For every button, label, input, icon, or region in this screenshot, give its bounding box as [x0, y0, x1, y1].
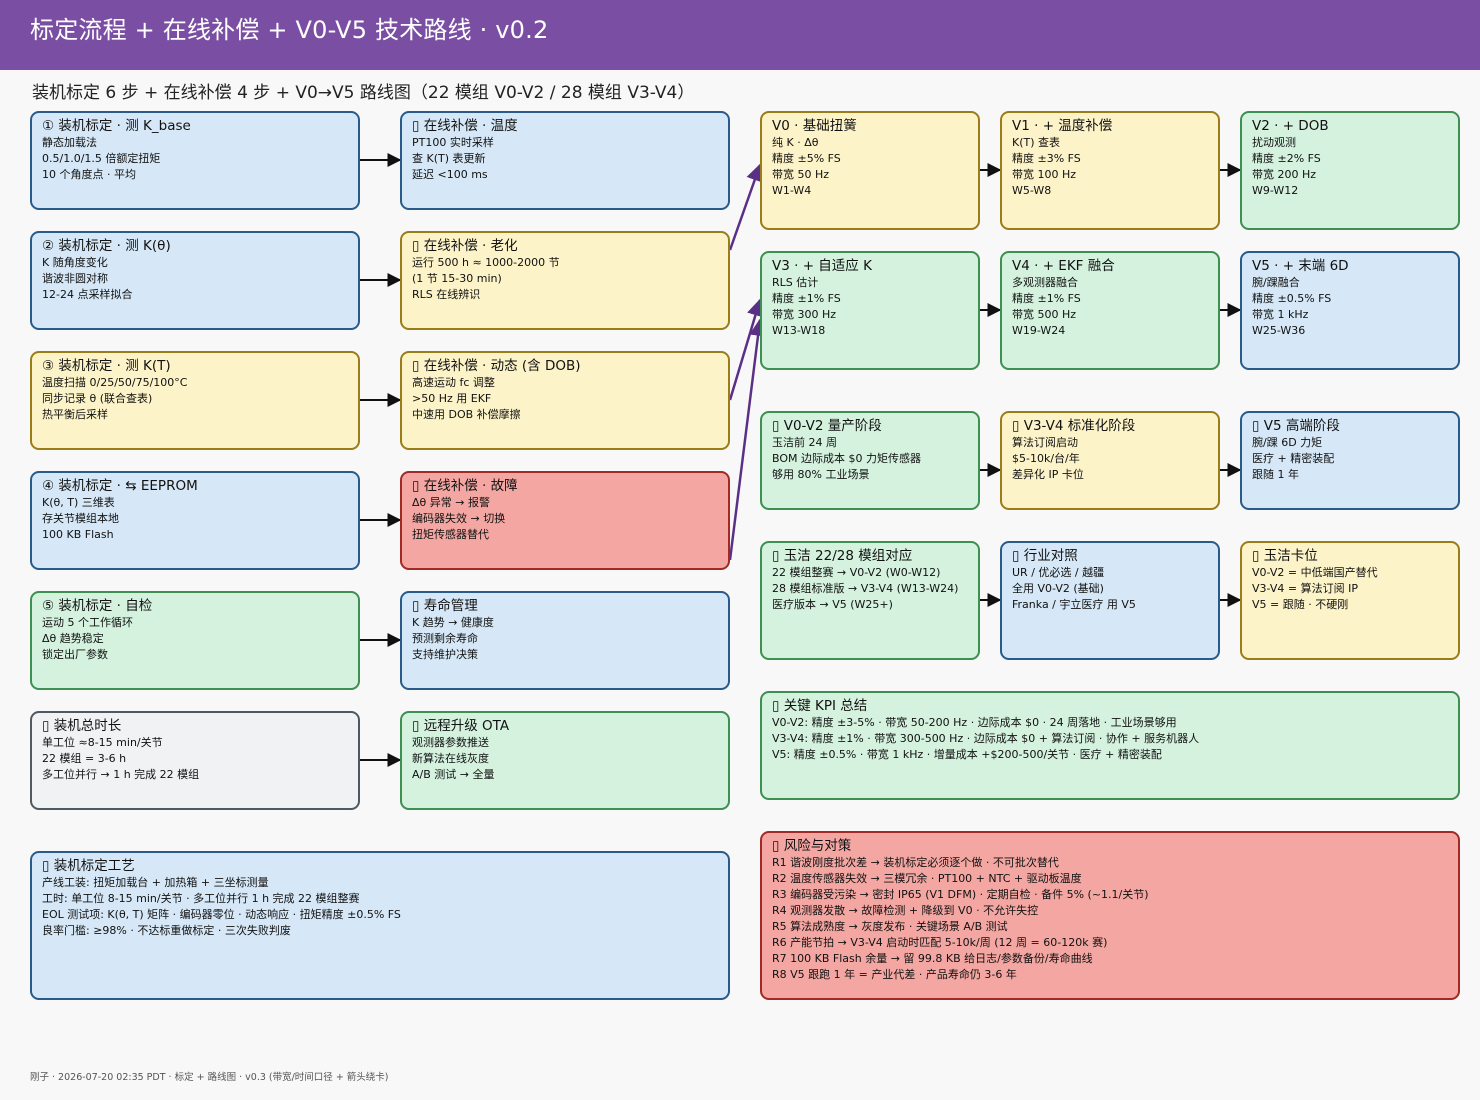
online-box-2: ▯ 在线补偿 · 老化 运行 500 h ≈ 1000-2000 节 (1 节 …	[400, 231, 730, 330]
mapping-box-1: ▯ 玉洁 22/28 模组对应 22 模组整赛 → V0-V2 (W0-W12)…	[760, 541, 980, 660]
arrow-online2-v0	[728, 163, 764, 251]
mapping-box-2: ▯ 行业对照 UR / 优必选 / 越疆 全用 V0-V2 (基础) Frank…	[1000, 541, 1220, 660]
phase-box-2: ▯ V3-V4 标准化阶段 算法订阅启动 $5-10k/台/年 差异化 IP 卡…	[1000, 411, 1220, 510]
phase-box-3: ▯ V5 高端阶段 腕/踝 6D 力矩 医疗 + 精密装配 跟随 1 年	[1240, 411, 1460, 510]
title-bar: 标定流程 + 在线补偿 + V0-V5 技术路线 · v0.2	[0, 0, 1480, 70]
roadmap-v1: V1 · + 温度补偿 K(T) 查表 精度 ±3% FS 带宽 100 Hz …	[1000, 111, 1220, 230]
arrow-online3-v3	[728, 298, 764, 401]
page-title: 标定流程 + 在线补偿 + V0-V5 技术路线 · v0.2	[30, 16, 549, 44]
phase-box-1: ▯ V0-V2 量产阶段 玉洁前 24 周 BOM 边际成本 $0 力矩传感器 …	[760, 411, 980, 510]
roadmap-v0: V0 · 基础扭簧 纯 K · Δθ 精度 ±5% FS 带宽 50 Hz W1…	[760, 111, 980, 230]
footer-note: 刚子 · 2026-07-20 02:35 PDT · 标定 + 路线图 · v…	[30, 1072, 389, 1083]
arrow-online4-v3	[728, 318, 767, 561]
cal-box-2: ② 装机标定 · 测 K(θ) K 随角度变化 谐波非圆对称 12-24 点采样…	[30, 231, 360, 330]
cal-box-4: ④ 装机标定 · ⇆ EEPROM K(θ, T) 三维表 存关节模组本地 10…	[30, 471, 360, 570]
online-box-5: ▯ 寿命管理 K 趋势 → 健康度 预测剩余寿命 支持维护决策	[400, 591, 730, 690]
page-subtitle: 装机标定 6 步 + 在线补偿 4 步 + V0→V5 路线图（22 模组 V0…	[32, 83, 695, 103]
roadmap-v4: V4 · + EKF 融合 多观测器融合 精度 ±1% FS 带宽 500 Hz…	[1000, 251, 1220, 370]
roadmap-v3: V3 · + 自适应 K RLS 估计 精度 ±1% FS 带宽 300 Hz …	[760, 251, 980, 370]
cal-box-6: ▯ 装机总时长 单工位 ≈8-15 min/关节 22 模组 = 3-6 h 多…	[30, 711, 360, 810]
cal-box-1: ① 装机标定 · 测 K_base 静态加载法 0.5/1.0/1.5 倍额定扭…	[30, 111, 360, 210]
online-box-1: ▯ 在线补偿 · 温度 PT100 实时采样 查 K(T) 表更新 延迟 <10…	[400, 111, 730, 210]
cal-box-5: ⑤ 装机标定 · 自检 运动 5 个工作循环 Δθ 趋势稳定 锁定出厂参数	[30, 591, 360, 690]
online-box-3: ▯ 在线补偿 · 动态 (含 DOB) 高速运动 fc 调整 >50 Hz 用 …	[400, 351, 730, 450]
online-box-4: ▯ 在线补偿 · 故障 Δθ 异常 → 报警 编码器失效 → 切换 扭矩传感器替…	[400, 471, 730, 570]
roadmap-v5: V5 · + 末端 6D 腕/踝融合 精度 ±0.5% FS 带宽 1 kHz …	[1240, 251, 1460, 370]
online-box-6: ▯ 远程升级 OTA 观测器参数推送 新算法在线灰度 A/B 测试 → 全量	[400, 711, 730, 810]
kpi-box: ▯ 关键 KPI 总结 V0-V2: 精度 ±3-5% · 带宽 50-200 …	[760, 691, 1460, 800]
risk-box: ▯ 风险与对策 R1 谐波刚度批次差 → 装机标定必须逐个做 · 不可批次替代 …	[760, 831, 1460, 1000]
mapping-box-3: ▯ 玉洁卡位 V0-V2 = 中低端国产替代 V3-V4 = 算法订阅 IP V…	[1240, 541, 1460, 660]
roadmap-v2: V2 · + DOB 扰动观测 精度 ±2% FS 带宽 200 Hz W9-W…	[1240, 111, 1460, 230]
process-box: ▯ 装机标定工艺 产线工装: 扭矩加载台 + 加热箱 + 三坐标测量 工时: 单…	[30, 851, 730, 1000]
cal-box-3: ③ 装机标定 · 测 K(T) 温度扫描 0/25/50/75/100°C 同步…	[30, 351, 360, 450]
